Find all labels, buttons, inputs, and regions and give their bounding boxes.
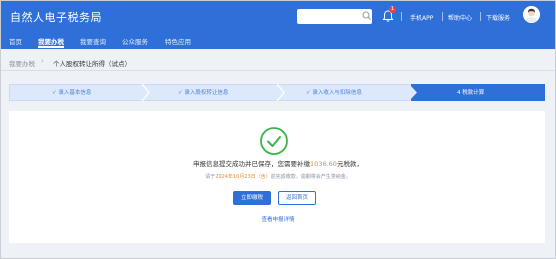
nav-item-home[interactable]: 首页	[9, 36, 22, 46]
notification-badge: 1	[389, 6, 396, 13]
tax-amount: 1036.60	[310, 160, 337, 168]
breadcrumb-current: 个人股权转让所得（试点）	[53, 60, 131, 68]
nav-item-public-service[interactable]: 公众服务	[122, 36, 148, 46]
header-divider	[401, 12, 402, 21]
divider	[1, 70, 555, 71]
step-income-deduction-info: ✓ 录入收入与扣除信息	[306, 90, 362, 96]
view-declaration-details-link[interactable]: 查看申报详情	[1, 215, 555, 223]
nav-item-tax-handling[interactable]: 我要办税	[38, 36, 64, 46]
result-message-suffix: 元税款，	[336, 160, 363, 168]
chevron-right-icon: ›	[41, 57, 44, 65]
help-center-link[interactable]: 帮助中心	[448, 13, 472, 22]
back-home-button[interactable]: 返回首页	[278, 191, 316, 205]
avatar-icon	[523, 6, 540, 23]
result-message: 申报信息提交成功并已保存，您需要补缴1036.60元税款，	[1, 158, 555, 168]
search-icon[interactable]	[362, 10, 372, 22]
deadline-prefix: 请于	[205, 174, 216, 180]
nav-active-indicator	[38, 46, 64, 48]
download-service-link[interactable]: 下载服务	[486, 13, 510, 22]
nav-item-query[interactable]: 我要查询	[80, 36, 106, 46]
step-basic-info: ✓ 录入基本信息	[52, 90, 92, 96]
step-separator-icon	[276, 84, 285, 101]
top-header: 自然人电子税务局 1 手机APP 帮助中心 下载服务 首页 我要办税 我要查询 …	[1, 1, 555, 49]
step-separator-icon	[141, 84, 150, 101]
step-equity-transfer-info: ✓ 录入股权转让信息	[178, 90, 229, 96]
result-message-prefix: 申报信息提交成功并已保存，您需要补缴	[193, 160, 311, 168]
success-check-icon	[260, 127, 288, 155]
deadline-suffix: 前完成缴款，逾期将会产生滞纳金。	[270, 174, 351, 180]
search-input[interactable]	[297, 9, 372, 24]
breadcrumb-parent[interactable]: 我要办税	[9, 58, 35, 68]
deadline-notice: 请于2024年10月23日（含）前完成缴款，逾期将会产生滞纳金。	[1, 173, 555, 180]
step-tax-calculation: 4 税款计算	[457, 90, 485, 96]
header-divider	[442, 12, 443, 21]
header-divider	[480, 12, 481, 21]
pay-now-button[interactable]: 立即缴税	[233, 191, 271, 205]
nav-item-featured-apps[interactable]: 特色应用	[165, 36, 191, 46]
step-separator-icon	[409, 84, 417, 101]
deadline-date: 2024年10月23日（含）	[215, 174, 271, 180]
mobile-app-link[interactable]: 手机APP	[410, 13, 433, 22]
user-avatar[interactable]	[523, 6, 540, 23]
browser-frame: 自然人电子税务局 1 手机APP 帮助中心 下载服务 首页 我要办税 我要查询 …	[0, 0, 556, 259]
app-title: 自然人电子税务局	[10, 11, 102, 24]
